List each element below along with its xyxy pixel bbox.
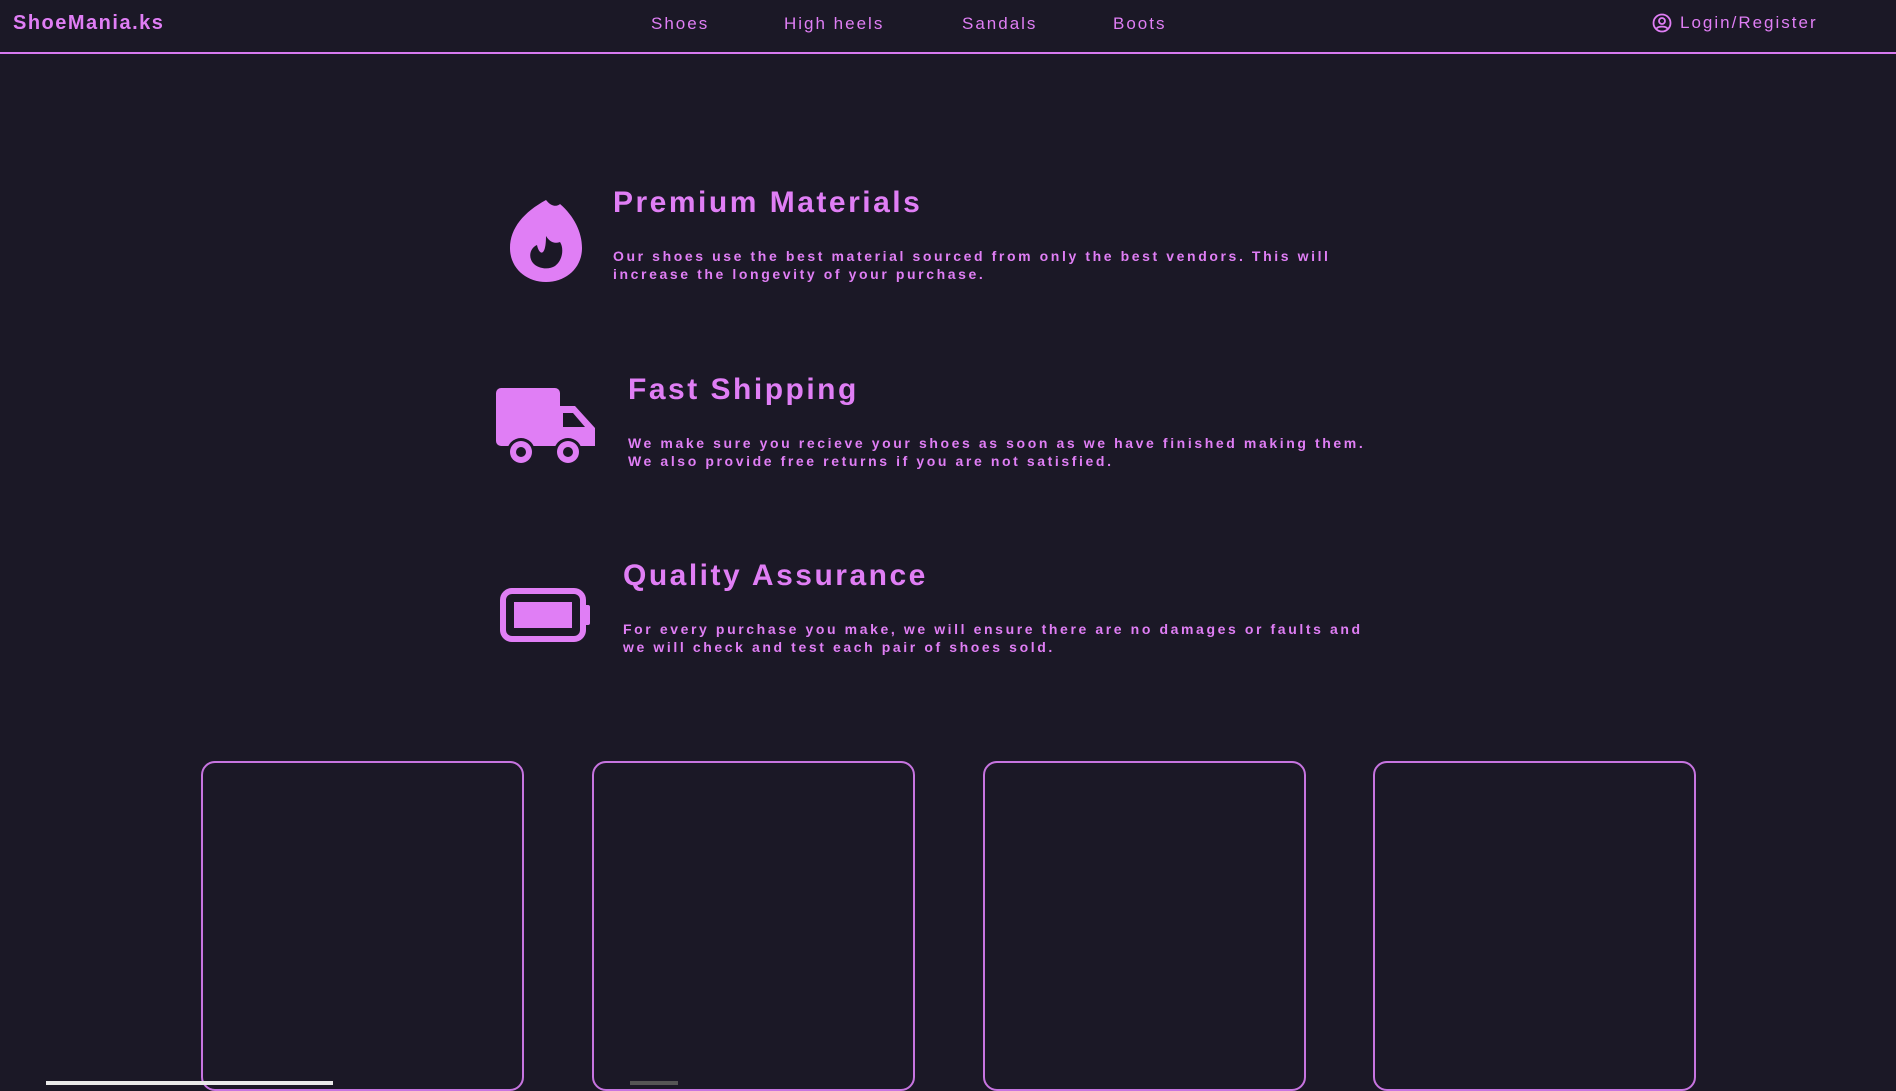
feature-title: Fast Shipping (628, 373, 859, 406)
nav-links: Shoes High heels Sandals Boots (0, 14, 1896, 38)
horizontal-scrollbar-indicator[interactable] (630, 1081, 678, 1085)
nav-link-shoes[interactable]: Shoes (651, 14, 709, 34)
battery-icon (500, 588, 592, 647)
product-card[interactable] (592, 761, 915, 1091)
nav-link-high-heels[interactable]: High heels (784, 14, 884, 34)
product-card[interactable] (201, 761, 524, 1091)
horizontal-scrollbar-thumb[interactable] (46, 1081, 333, 1085)
nav-link-sandals[interactable]: Sandals (962, 14, 1037, 34)
truck-icon (495, 386, 597, 475)
nav-link-boots[interactable]: Boots (1113, 14, 1166, 34)
feature-description: We make sure you recieve your shoes as s… (628, 435, 1366, 469)
feature-title: Quality Assurance (623, 559, 928, 592)
product-card[interactable] (983, 761, 1306, 1091)
feature-description: For every purchase you make, we will ens… (623, 621, 1363, 655)
login-register-link[interactable]: Login/Register (1652, 13, 1818, 33)
feature-description: Our shoes use the best material sourced … (613, 248, 1331, 282)
login-register-label: Login/Register (1680, 13, 1818, 32)
navbar: ShoeMania.ks Shoes High heels Sandals Bo… (0, 0, 1896, 54)
fire-icon (508, 198, 584, 289)
user-circle-icon (1652, 13, 1672, 33)
feature-title: Premium Materials (613, 186, 923, 219)
product-card[interactable] (1373, 761, 1696, 1091)
